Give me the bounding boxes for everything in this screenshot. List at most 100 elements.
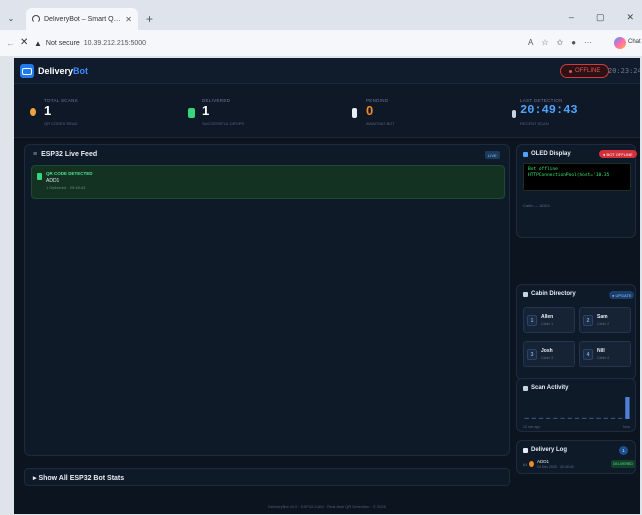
scan-bar — [546, 417, 551, 419]
scan-bar — [553, 417, 558, 419]
scan-icon — [30, 108, 36, 116]
cabin-title: Cabin Directory — [523, 291, 576, 297]
back-icon[interactable]: ← — [6, 38, 15, 48]
stop-loading-icon[interactable]: ✕ — [20, 37, 28, 48]
cabin-name: Josh — [541, 348, 553, 354]
update-button[interactable]: ● UPDATE — [609, 291, 635, 299]
scan-bar — [531, 417, 536, 419]
stat-value: 1 — [202, 103, 210, 118]
new-tab-icon[interactable]: + — [146, 13, 153, 25]
toggle-label: ▸ Show All ESP32 Bot Stats — [33, 475, 125, 482]
oled-display-card: OLED Display ● BOT OFFLINE Bot offline H… — [516, 144, 637, 238]
bot-offline-badge: ● BOT OFFLINE — [599, 150, 637, 158]
dlog-row-number: #1 — [523, 462, 528, 467]
stat-pending: PENDING 0 AWAITING BOT — [344, 84, 494, 138]
url-field[interactable]: ▲ Not secure 10.39.212.215:5000 — [34, 35, 524, 51]
cabin-name: Nill — [597, 348, 605, 354]
scan-bar — [574, 417, 580, 419]
feed-title: ≡ ESP32 Live Feed — [33, 151, 97, 158]
stat-delivered: DELIVERED 1 SUCCESSFUL DROPS — [180, 84, 330, 138]
tab-actions-icon[interactable]: ⌄ — [4, 11, 18, 25]
scan-bar — [589, 417, 594, 419]
scan-bar — [596, 417, 601, 419]
stat-sub: RECENT SCAN — [520, 121, 549, 126]
scan-bar — [524, 417, 529, 419]
scan-activity-chart — [524, 397, 630, 419]
scan-activity-card: Scan Activity 15 min ago Now — [516, 378, 636, 432]
stat-value: 0 — [366, 103, 374, 118]
more-icon[interactable]: ··· — [584, 38, 592, 47]
copilot-icon[interactable] — [614, 37, 626, 49]
oled-screen: Bot offline HTTPConnectionPool(host='10.… — [523, 163, 631, 191]
maximize-icon[interactable]: ▢ — [596, 12, 605, 23]
package-icon — [529, 461, 534, 467]
lightning-icon — [512, 110, 516, 118]
cabin-number: 3 — [527, 349, 537, 360]
feed-item-head: QR CODE DETECTED — [46, 171, 93, 176]
cabin-number: 1 — [527, 315, 537, 326]
oled-line-2: HTTPConnectionPool(host='10.35 — [528, 173, 610, 178]
delivery-log-card: Delivery Log 1 #1 ADD1 04 Dec 2025 · 20:… — [516, 440, 636, 474]
stat-last-detection: LAST DETECTION 20:49:43 RECENT SCAN — [510, 84, 640, 138]
feed-title-text: ESP32 Live Feed — [41, 151, 98, 158]
warning-icon: ▲ — [34, 38, 42, 48]
chart-icon — [523, 385, 528, 391]
profile-icon[interactable]: ● — [571, 38, 576, 47]
building-icon — [523, 291, 528, 297]
scan-bar — [603, 417, 608, 419]
minimize-icon[interactable]: – — [569, 12, 574, 23]
status-text: OFFLINE — [575, 68, 601, 74]
dlog-row-code: ADD1 — [537, 459, 550, 464]
dlog-row[interactable]: #1 ADD1 04 Dec 2025 · 20:49:43 DELIVERED — [523, 458, 635, 472]
log-icon — [523, 447, 528, 453]
favorites-icon[interactable]: ✩ — [557, 38, 564, 47]
scan-bar — [567, 417, 572, 419]
stat-value: 20:49:43 — [520, 103, 578, 117]
address-bar-icons: A ☆ ✩ ● ··· — [528, 38, 592, 47]
favorite-icon[interactable]: ☆ — [541, 38, 548, 47]
header-clock: 20:23:24 — [608, 67, 640, 75]
show-bot-stats-toggle[interactable]: ▸ Show All ESP32 Bot Stats — [24, 468, 510, 486]
page-footer: DeliveryBot v2.0 · ESP32-CAM · Real-time… — [268, 504, 386, 509]
tab-title: DeliveryBot – Smart QR Dispatc — [44, 15, 121, 23]
feed-icon: ≡ — [33, 151, 38, 158]
feed-item[interactable]: QR CODE DETECTED ADD1 1 Delivered · 20:4… — [31, 165, 505, 199]
window-close-icon[interactable]: ✕ — [626, 12, 634, 23]
scan-x-end: Now — [623, 425, 631, 429]
stat-value: 1 — [44, 103, 52, 118]
tab-close-icon[interactable]: ✕ — [125, 15, 132, 24]
logo-icon — [20, 64, 34, 78]
scan-x-start: 15 min ago — [523, 425, 541, 429]
browser-tab[interactable]: DeliveryBot – Smart QR Dispatc ✕ — [26, 8, 138, 30]
hourglass-icon — [352, 108, 357, 118]
cabin-tile[interactable]: 4 Nill Cabin 4 — [579, 341, 631, 367]
stat-sub: QR CODES READ — [44, 121, 78, 126]
copilot-label[interactable]: Chat — [628, 39, 641, 45]
cabin-tile[interactable]: 2 Sam Cabin 2 — [579, 307, 631, 333]
cabin-number: 2 — [583, 315, 593, 326]
app-viewport: DeliveryBot OFFLINE 20:23:24 TOTAL SCANS… — [14, 58, 640, 514]
qr-icon — [37, 173, 42, 180]
oled-title-text: OLED Display — [531, 151, 571, 157]
address-bar: ← ✕ ▲ Not secure 10.39.212.215:5000 A ☆ … — [0, 30, 642, 56]
cabin-sub: Cabin 3 — [541, 356, 554, 360]
scan-bar — [538, 417, 544, 419]
brand-accent: Bot — [73, 66, 89, 76]
cabin-name: Allen — [541, 314, 554, 320]
status-dot-icon — [569, 69, 572, 73]
cabin-tile[interactable]: 3 Josh Cabin 3 — [523, 341, 575, 367]
scan-bar — [560, 417, 565, 419]
dlog-row-time: 04 Dec 2025 · 20:49:43 — [537, 465, 574, 469]
connection-status-badge: OFFLINE — [560, 64, 610, 78]
dlog-count-badge: 1 — [619, 446, 628, 455]
security-label: Not secure — [45, 39, 80, 47]
stat-total-scans: TOTAL SCANS 1 QR CODES READ — [22, 84, 172, 138]
stat-sub: SUCCESSFUL DROPS — [202, 121, 245, 126]
cabin-sub: Cabin 1 — [541, 322, 554, 326]
delivered-icon — [188, 108, 195, 118]
cabin-tile[interactable]: 1 Allen Cabin 1 — [523, 307, 575, 333]
cabin-name: Sam — [597, 314, 608, 320]
read-aloud-icon[interactable]: A — [528, 38, 533, 47]
scan-title: Scan Activity — [523, 385, 568, 391]
live-feed-panel: ≡ ESP32 Live Feed LIVE QR CODE DETECTED A… — [24, 144, 510, 456]
